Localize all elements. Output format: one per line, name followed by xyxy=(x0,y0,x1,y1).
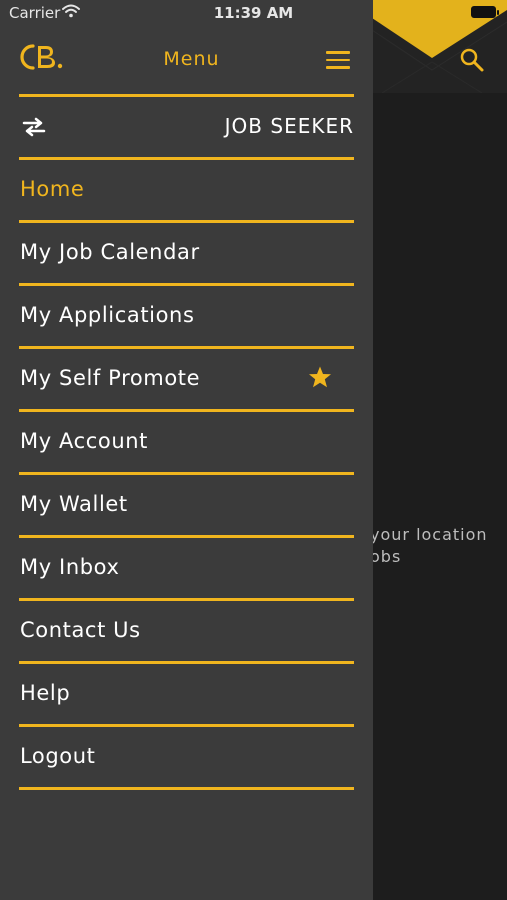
menu-item-my-self-promote[interactable]: My Self Promote xyxy=(19,349,354,409)
role-label: JOB SEEKER xyxy=(224,114,354,138)
menu-item-my-applications[interactable]: My Applications xyxy=(19,286,354,346)
menu-divider xyxy=(19,787,354,790)
side-drawer: Menu JOB SEEKER Home My Job Calendar My … xyxy=(0,0,373,900)
status-bar: Carrier 11:39 AM xyxy=(0,0,507,26)
star-icon xyxy=(309,366,331,388)
menu-item-label: My Job Calendar xyxy=(20,240,200,264)
menu-item-home[interactable]: Home xyxy=(19,160,354,220)
menu-item-label: Home xyxy=(20,177,85,201)
menu-item-label: Logout xyxy=(20,744,96,768)
swap-arrows-icon xyxy=(22,117,46,137)
battery-icon xyxy=(471,6,499,18)
menu-item-my-wallet[interactable]: My Wallet xyxy=(19,475,354,535)
menu-item-my-inbox[interactable]: My Inbox xyxy=(19,538,354,598)
menu-item-my-job-calendar[interactable]: My Job Calendar xyxy=(19,223,354,283)
menu-item-label: My Inbox xyxy=(20,555,120,579)
menu-item-label: My Wallet xyxy=(20,492,128,516)
menu-item-my-account[interactable]: My Account xyxy=(19,412,354,472)
menu-item-label: Help xyxy=(20,681,71,705)
hamburger-menu-icon[interactable] xyxy=(326,51,350,69)
role-switch-button[interactable]: JOB SEEKER xyxy=(19,97,354,157)
background-text-line: your location xyxy=(370,525,488,544)
drawer-header: Menu xyxy=(0,26,373,94)
menu-item-label: My Account xyxy=(20,429,149,453)
menu-item-contact-us[interactable]: Contact Us xyxy=(19,601,354,661)
background-info-text: your location obs xyxy=(370,524,488,568)
menu-item-help[interactable]: Help xyxy=(19,664,354,724)
background-text-line: obs xyxy=(370,547,402,566)
menu-item-label: My Self Promote xyxy=(20,366,201,390)
menu-item-label: My Applications xyxy=(20,303,195,327)
menu-item-logout[interactable]: Logout xyxy=(19,727,354,787)
status-time: 11:39 AM xyxy=(213,4,294,22)
menu-item-label: Contact Us xyxy=(20,618,141,642)
menu-list: JOB SEEKER Home My Job Calendar My Appli… xyxy=(19,94,354,790)
search-icon[interactable] xyxy=(459,47,485,73)
